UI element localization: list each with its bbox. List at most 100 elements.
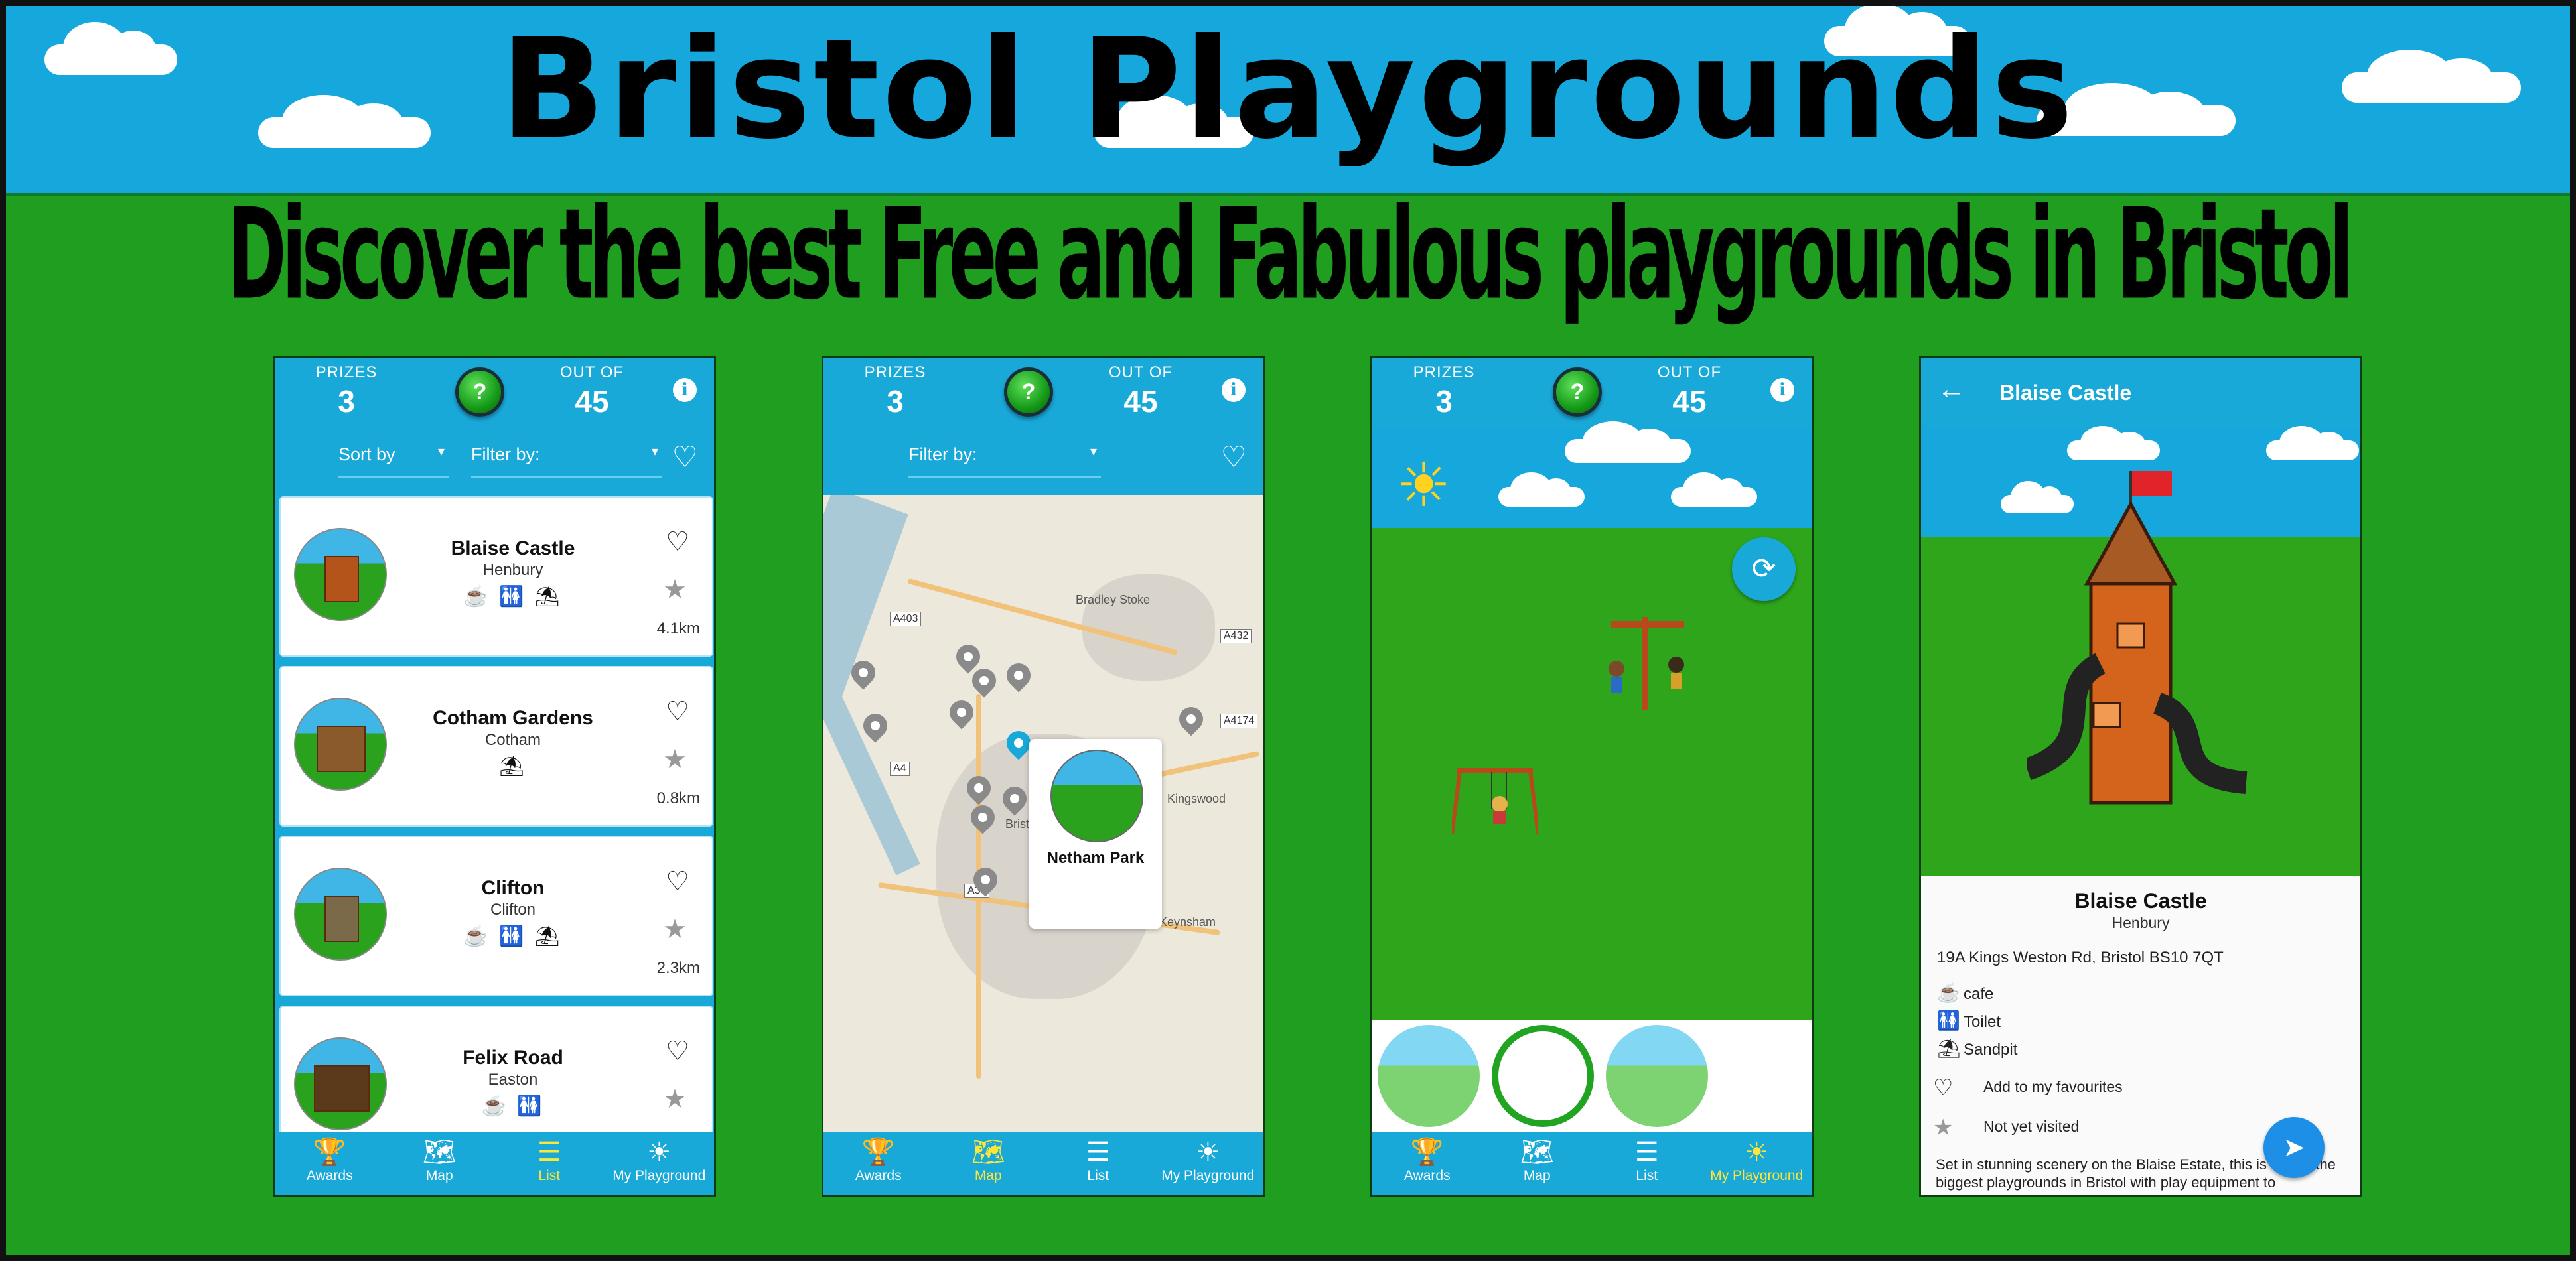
chevron-down-icon: ▾ bbox=[651, 444, 658, 459]
map-pin[interactable] bbox=[1001, 658, 1036, 693]
distance-label: 0.8km bbox=[656, 789, 700, 807]
place-label: Keynsham bbox=[1159, 915, 1216, 929]
playground-name: Blaise Castle bbox=[451, 537, 575, 559]
castle-slide-illustration bbox=[2027, 471, 2248, 805]
info-icon[interactable]: i bbox=[1222, 378, 1246, 402]
distance-label: 4.1km bbox=[656, 620, 700, 637]
list-item[interactable]: Clifton Clifton ☕ 🚻 ⛱ ♡ ★ 2.3km bbox=[279, 836, 713, 996]
page-title: Bristol Playgrounds bbox=[500, 9, 2076, 170]
road-label: A432 bbox=[1220, 629, 1252, 643]
map-pin[interactable] bbox=[944, 695, 979, 730]
stats-bar: PRIZES 3 ? OUT OF 45 i bbox=[1372, 358, 1812, 429]
equipment-roundabout-button[interactable] bbox=[1606, 1025, 1708, 1127]
playground-area: Easton bbox=[488, 1071, 538, 1089]
amenity-row-sandpit: ⛱ Sandpit bbox=[1937, 1038, 2018, 1059]
mystery-ball-button[interactable]: ? bbox=[1004, 367, 1053, 417]
map-popup[interactable]: Netham Park bbox=[1029, 739, 1162, 929]
nav-map[interactable]: 🗺 Map bbox=[385, 1136, 495, 1184]
favourites-filter-heart-icon[interactable]: ♡ bbox=[672, 440, 698, 474]
playground-area: Clifton bbox=[490, 901, 536, 919]
prizes-stat: PRIZES 3 bbox=[315, 364, 378, 419]
info-icon[interactable]: i bbox=[1770, 378, 1794, 402]
visited-toggle[interactable]: ★ Not yet visited bbox=[1933, 1114, 2079, 1141]
directions-icon[interactable]: ➤ bbox=[2263, 1117, 2325, 1178]
refresh-icon[interactable]: ⟳ bbox=[1732, 537, 1796, 601]
cafe-icon: ☕ bbox=[1937, 982, 1960, 1003]
map-pin[interactable] bbox=[1174, 702, 1208, 736]
urban-area bbox=[1082, 574, 1215, 681]
favourites-filter-heart-icon[interactable]: ♡ bbox=[1221, 440, 1247, 474]
nav-awards[interactable]: 🏆 Awards bbox=[1372, 1136, 1482, 1184]
playground-thumbnail bbox=[294, 698, 387, 791]
sun-icon: ☀ bbox=[1196, 1138, 1220, 1167]
detail-header: ← Blaise Castle bbox=[1921, 358, 2360, 429]
chevron-down-icon: ▾ bbox=[1090, 444, 1097, 459]
nav-list[interactable]: ☰ List bbox=[1043, 1136, 1153, 1184]
trophy-icon: 🏆 bbox=[1410, 1138, 1444, 1167]
place-label: Kingswood bbox=[1167, 792, 1226, 805]
playground-name: Felix Road bbox=[463, 1047, 563, 1069]
playground-thumbnail bbox=[294, 1037, 387, 1130]
sun-icon: ☀ bbox=[647, 1138, 672, 1167]
amenity-row-toilet: 🚻 Toilet bbox=[1937, 1010, 2001, 1031]
visited-star-icon[interactable]: ★ bbox=[663, 744, 687, 775]
visited-star-icon[interactable]: ★ bbox=[663, 574, 687, 605]
list-item[interactable]: Cotham Gardens Cotham ⛱ ♡ ★ 0.8km bbox=[279, 666, 713, 827]
back-arrow-icon[interactable]: ← bbox=[1937, 373, 1966, 406]
nav-list[interactable]: ☰ List bbox=[494, 1136, 605, 1184]
map-view[interactable]: A403 A432 A4174 A4 A38 Kingswood Keynsha… bbox=[823, 495, 1263, 1136]
banner: Bristol Playgrounds Discover the best Fr… bbox=[0, 0, 2576, 1261]
amenity-icons: ☕ 🚻 ⛱ bbox=[463, 586, 563, 608]
place-label: Bradley Stoke bbox=[1076, 593, 1151, 606]
list-item[interactable]: Blaise Castle Henbury ☕ 🚻 ⛱ ♡ ★ 4.1km bbox=[279, 496, 713, 657]
nav-my-playground[interactable]: ☀ My Playground bbox=[1153, 1136, 1263, 1184]
list-item[interactable]: Felix Road Easton ☕ 🚻 ♡ ★ bbox=[279, 1006, 713, 1136]
nav-my-playground[interactable]: ☀ My Playground bbox=[605, 1136, 715, 1184]
filter-dropdown[interactable]: Filter by: ▾ bbox=[908, 444, 1101, 478]
nav-awards[interactable]: 🏆 Awards bbox=[823, 1136, 934, 1184]
info-icon[interactable]: i bbox=[673, 378, 697, 402]
mystery-ball-button[interactable]: ? bbox=[455, 367, 504, 417]
outof-stat: OUT OF 45 bbox=[559, 364, 624, 419]
visited-star-icon[interactable]: ★ bbox=[663, 914, 687, 945]
nav-my-playground[interactable]: ☀ My Playground bbox=[1702, 1136, 1812, 1184]
filter-bar: Filter by: ▾ ♡ bbox=[823, 429, 1263, 495]
nav-map[interactable]: 🗺 Map bbox=[934, 1136, 1044, 1184]
sort-dropdown[interactable]: Sort by ▾ bbox=[338, 444, 449, 478]
chevron-down-icon: ▾ bbox=[437, 444, 445, 459]
visited-star-icon[interactable]: ★ bbox=[663, 1084, 687, 1114]
nav-awards[interactable]: 🏆 Awards bbox=[275, 1136, 385, 1184]
cloud-icon bbox=[1565, 421, 1691, 463]
favourite-heart-icon[interactable]: ♡ bbox=[666, 527, 689, 557]
map-icon: 🗺 bbox=[971, 1138, 1005, 1167]
bottom-nav: 🏆 Awards 🗺 Map ☰ List ☀ My Playground bbox=[823, 1132, 1263, 1195]
bottom-nav: 🏆 Awards 🗺 Map ☰ List ☀ My Playground bbox=[1372, 1132, 1812, 1195]
equipment-swing-button[interactable] bbox=[1378, 1025, 1480, 1127]
detail-header-title: Blaise Castle bbox=[1999, 381, 2132, 405]
mystery-ball-button[interactable]: ? bbox=[1553, 367, 1602, 417]
map-pin[interactable] bbox=[858, 708, 893, 743]
sandpit-icon: ⛱ bbox=[1937, 1038, 1961, 1059]
favourite-heart-icon[interactable]: ♡ bbox=[666, 697, 689, 727]
page-subtitle: Discover the best Free and Fabulous play… bbox=[227, 182, 2354, 328]
filter-dropdown[interactable]: Filter by: ▾ bbox=[471, 444, 662, 478]
add-to-favourites-button[interactable]: ♡ Add to my favourites bbox=[1933, 1075, 2123, 1101]
playground-thumbnail bbox=[1050, 750, 1143, 842]
playground-area: Henbury bbox=[482, 561, 543, 579]
nav-list[interactable]: ☰ List bbox=[1592, 1136, 1702, 1184]
favourite-heart-icon[interactable]: ♡ bbox=[666, 1036, 689, 1067]
heart-icon: ♡ bbox=[1933, 1075, 1954, 1100]
stats-bar: PRIZES 3 ? OUT OF 45 i bbox=[823, 358, 1263, 429]
prizes-stat: PRIZES 3 bbox=[864, 364, 926, 419]
sun-icon: ☀ bbox=[1396, 452, 1451, 519]
prizes-stat: PRIZES 3 bbox=[1413, 364, 1475, 419]
swing-set bbox=[1452, 768, 1538, 835]
playground-sky: ☀ bbox=[1372, 421, 1812, 528]
phone-list-screen: PRIZES 3 ? OUT OF 45 i Sort by ▾ Filter by:… bbox=[273, 356, 716, 1197]
nav-map[interactable]: 🗺 Map bbox=[1482, 1136, 1593, 1184]
favourite-heart-icon[interactable]: ♡ bbox=[666, 866, 689, 897]
playground-thumbnail bbox=[294, 528, 387, 621]
map-icon: 🗺 bbox=[1520, 1138, 1554, 1167]
amenity-icons: ⛱ bbox=[498, 756, 528, 777]
equipment-climbing-frame-button[interactable] bbox=[1492, 1025, 1594, 1127]
